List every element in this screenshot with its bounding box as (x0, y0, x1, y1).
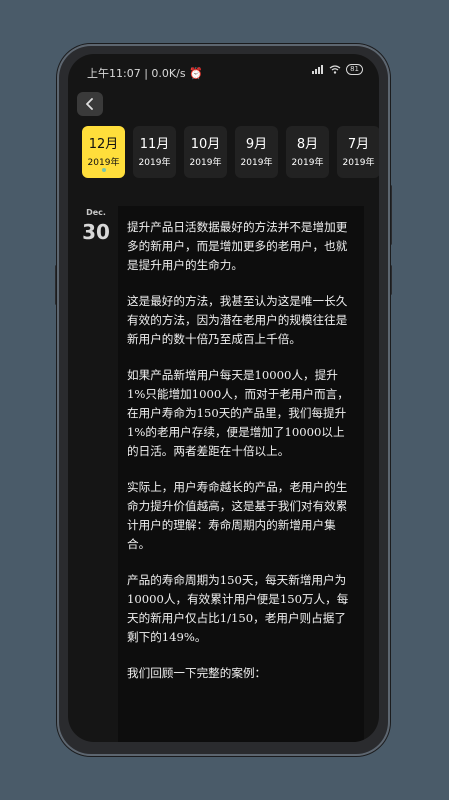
day-header: Dec. 30 (82, 208, 110, 244)
day-number: 30 (82, 220, 110, 244)
month-selector: 12月 2019年 11月 2019年 10月 2019年 9月 2019年 8… (82, 126, 379, 178)
battery-icon: 81 (346, 64, 363, 75)
article-paragraph: 如果产品新增用户每天是10000人，提升1%只能增加1000人，而对于老用户而言… (127, 368, 349, 458)
article-card[interactable]: 提升产品日活数据最好的方法并不是增加更多的新用户，而是增加更多的老用户，也就是提… (118, 206, 364, 742)
month-label: 12月 (88, 137, 119, 152)
wifi-icon (329, 65, 341, 74)
article-paragraph: 这是最好的方法，我甚至认为这是唯一长久有效的方法，因为潜在老用户的规模往往是新用… (127, 294, 348, 346)
network-speed: 0.0K/s (151, 67, 186, 80)
phone-screen: 上午11:07 | 0.0K/s ⏰ 81 12月 2019年 11月 2019… (68, 54, 379, 742)
month-card-2019-07[interactable]: 7月 2019年 (337, 126, 379, 178)
selected-indicator (101, 168, 106, 172)
month-label: 11月 (139, 137, 170, 152)
back-button[interactable] (77, 92, 103, 116)
month-card-2019-12[interactable]: 12月 2019年 (82, 126, 125, 178)
article-paragraph: 实际上，用户寿命越长的产品，老用户的生命力提升价值越高，这是基于我们对有效累计用… (127, 480, 348, 551)
article-body: 提升产品日活数据最好的方法并不是增加更多的新用户，而是增加更多的老用户，也就是提… (127, 218, 356, 700)
chevron-left-icon (86, 98, 93, 110)
year-label: 2019年 (189, 158, 222, 168)
month-label: 9月 (245, 137, 268, 152)
month-card-2019-08[interactable]: 8月 2019年 (286, 126, 329, 178)
month-label: 8月 (296, 137, 319, 152)
month-label: 10月 (190, 137, 221, 152)
month-card-2019-11[interactable]: 11月 2019年 (133, 126, 176, 178)
article-paragraph: 我们回顾一下完整的案例： (127, 666, 267, 680)
year-label: 2019年 (240, 158, 273, 168)
year-label: 2019年 (342, 158, 375, 168)
signal-icon (312, 65, 324, 74)
status-time: 上午11:07 (87, 67, 141, 80)
month-card-2019-10[interactable]: 10月 2019年 (184, 126, 227, 178)
status-bar: 上午11:07 | 0.0K/s ⏰ 81 (68, 54, 379, 90)
month-card-2019-09[interactable]: 9月 2019年 (235, 126, 278, 178)
day-month-abbr: Dec. (86, 208, 106, 217)
alarm-icon: ⏰ (189, 67, 203, 80)
year-label: 2019年 (138, 158, 171, 168)
year-label: 2019年 (87, 158, 120, 168)
month-label: 7月 (347, 137, 370, 152)
article-paragraph: 产品的寿命周期为150天，每天新增用户为10000人，有效累计用户便是150万人… (127, 573, 349, 644)
article-paragraph: 提升产品日活数据最好的方法并不是增加更多的新用户，而是增加更多的老用户，也就是提… (127, 220, 348, 272)
year-label: 2019年 (291, 158, 324, 168)
